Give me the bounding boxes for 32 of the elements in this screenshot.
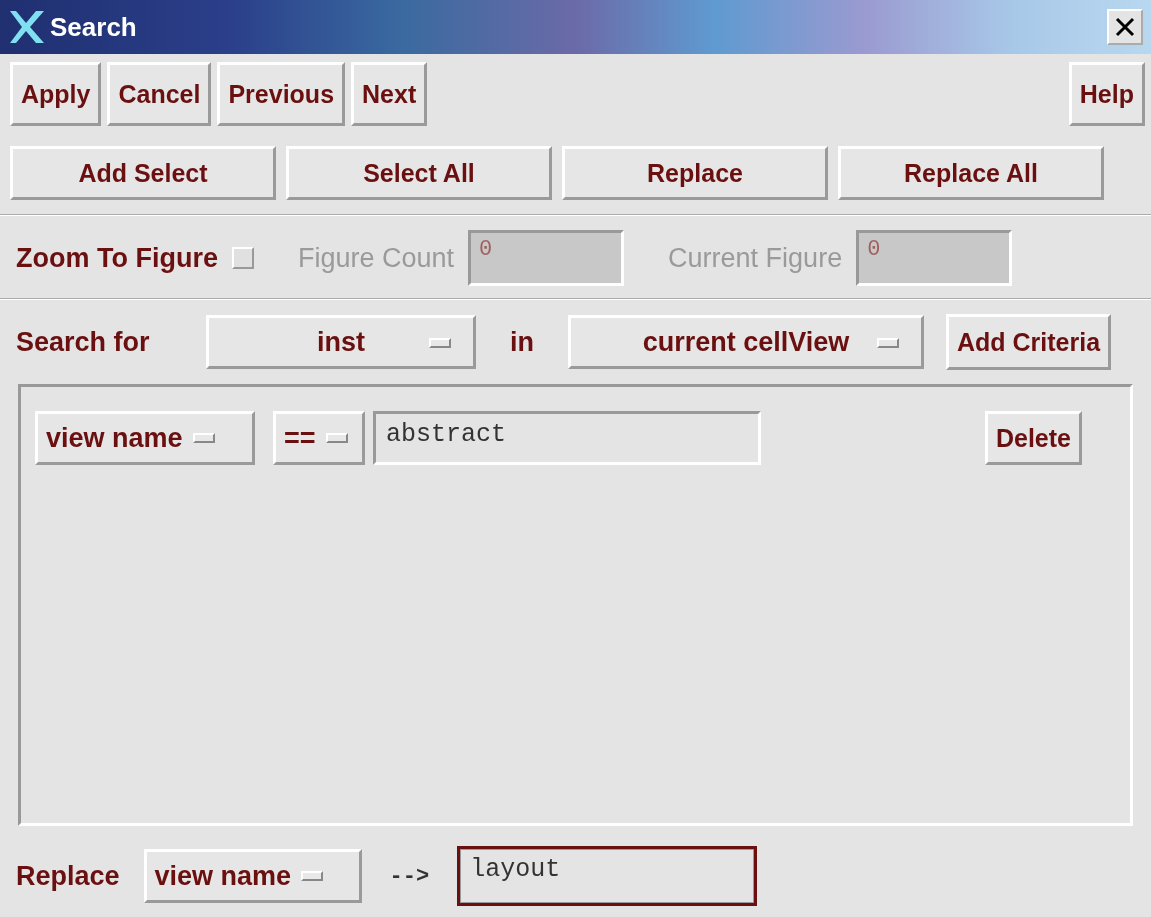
field-dropdown[interactable]: view name [35,411,255,465]
action-button[interactable]: Replace All [838,146,1104,200]
replace-field-dropdown[interactable]: view name [143,849,362,903]
scope-dropdown[interactable]: current cellView [568,315,924,369]
counter-label: Current Figure [668,242,843,274]
counter-field: 0 [468,230,625,286]
counter-field: 0 [856,230,1013,286]
action-button[interactable]: Select All [286,146,552,200]
arrow-text: --> [388,863,431,889]
toolbar-button[interactable]: Apply [10,62,102,126]
toolbar-button[interactable]: Previous [217,62,346,126]
type-dropdown[interactable]: inst [206,315,476,369]
x-logo-icon [8,9,46,45]
action-button[interactable]: Add Select [10,146,276,200]
replace-label: Replace [16,860,120,892]
window-title: Search [50,11,137,43]
value-field[interactable]: abstract [373,411,761,465]
toolbar-button[interactable]: Cancel [107,62,212,126]
replace-value-field[interactable]: layout [457,846,758,906]
operator-dropdown[interactable]: == [273,411,365,465]
in-label: in [509,326,535,358]
delete-button[interactable]: Delete [984,411,1082,465]
zoom-checkbox[interactable] [232,247,254,269]
close-icon [1114,16,1136,38]
search-for-label: Search for [16,326,151,358]
add-criteria-button[interactable]: Add Criteria [946,314,1112,370]
close-button[interactable] [1107,9,1143,45]
action-button[interactable]: Replace [562,146,828,200]
counter-label: Figure Count [298,242,455,274]
toolbar-button[interactable]: Next [351,62,428,126]
zoom-to-figure-label: Zoom To Figure [16,242,218,274]
help-button[interactable]: Help [1068,62,1145,126]
